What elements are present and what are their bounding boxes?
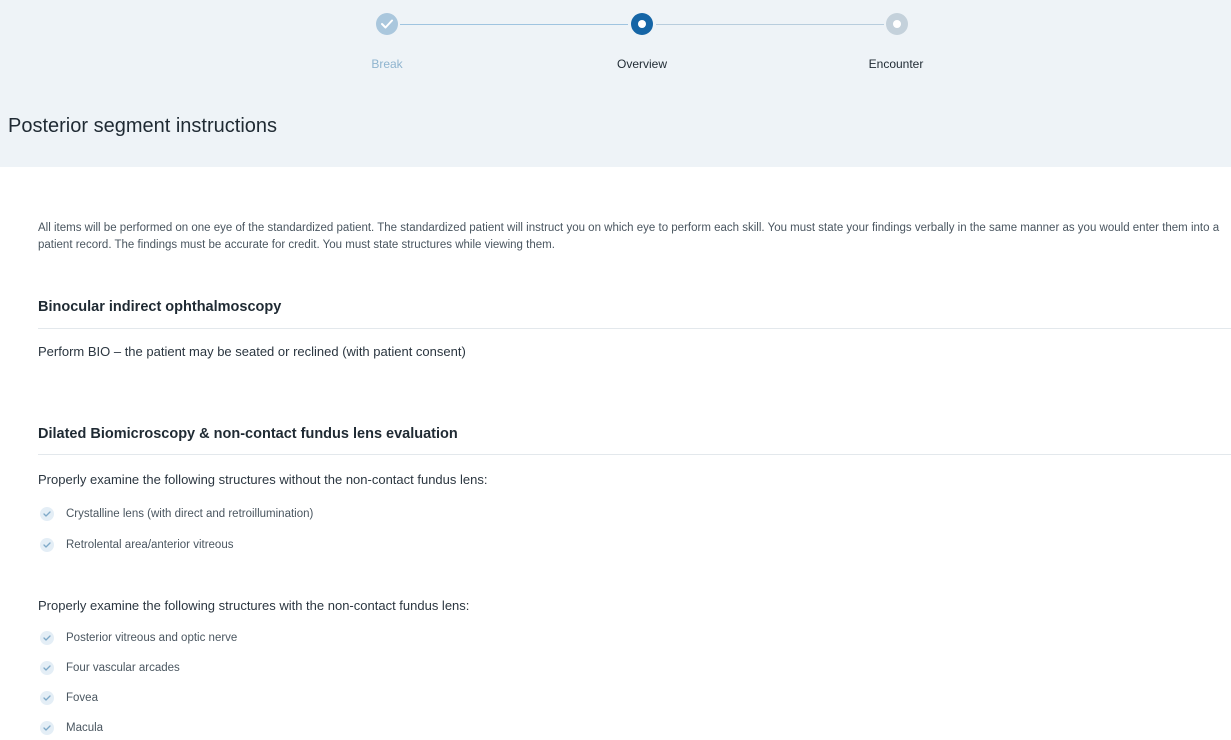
check-circle-icon: [40, 721, 54, 735]
check-circle-icon: [40, 631, 54, 645]
section-text-bio: Perform BIO – the patient may be seated …: [38, 344, 466, 359]
step-encounter-indicator[interactable]: [886, 13, 908, 35]
list-item: Retrolental area/anterior vitreous: [40, 536, 233, 554]
list-item: Four vascular arcades: [40, 659, 180, 677]
list-item-label: Retrolental area/anterior vitreous: [66, 539, 234, 551]
check-circle-icon: [40, 507, 54, 521]
list-item-label: Fovea: [66, 692, 98, 704]
check-circle-icon: [40, 538, 54, 552]
progress-stepper: Break Overview Encounter: [0, 0, 1231, 80]
page-header: Break Overview Encounter Posterior segme…: [0, 0, 1231, 167]
step-break-checkmark-icon[interactable]: [376, 13, 398, 35]
check-circle-icon: [40, 661, 54, 675]
section-title-bio: Binocular indirect ophthalmoscopy: [38, 299, 282, 315]
step-label-encounter[interactable]: Encounter: [836, 57, 956, 71]
list-item: Fovea: [40, 689, 98, 707]
list-item: Macula: [40, 719, 103, 737]
list-item-label: Macula: [66, 722, 104, 734]
section-divider: [38, 454, 1231, 455]
list-item-label: Crystalline lens (with direct and retroi…: [66, 508, 314, 520]
step-label-break[interactable]: Break: [327, 57, 447, 71]
list-item: Posterior vitreous and optic nerve: [40, 629, 237, 647]
stepper-connector-2: [656, 24, 884, 25]
stepper-connector-1: [400, 24, 628, 25]
group-heading-without-lens: Properly examine the following structure…: [38, 472, 488, 487]
list-item: Crystalline lens (with direct and retroi…: [40, 505, 313, 523]
section-title-biomicroscopy: Dilated Biomicroscopy & non-contact fund…: [38, 426, 458, 442]
intro-paragraph: All items will be performed on one eye o…: [38, 222, 1220, 251]
list-item-label: Posterior vitreous and optic nerve: [66, 632, 238, 644]
check-circle-icon: [40, 691, 54, 705]
list-item-label: Four vascular arcades: [66, 662, 180, 674]
section-divider: [38, 328, 1231, 329]
step-overview-indicator[interactable]: [631, 13, 653, 35]
step-label-overview[interactable]: Overview: [582, 57, 702, 71]
group-heading-with-lens: Properly examine the following structure…: [38, 598, 470, 613]
page-title: Posterior segment instructions: [8, 115, 278, 137]
